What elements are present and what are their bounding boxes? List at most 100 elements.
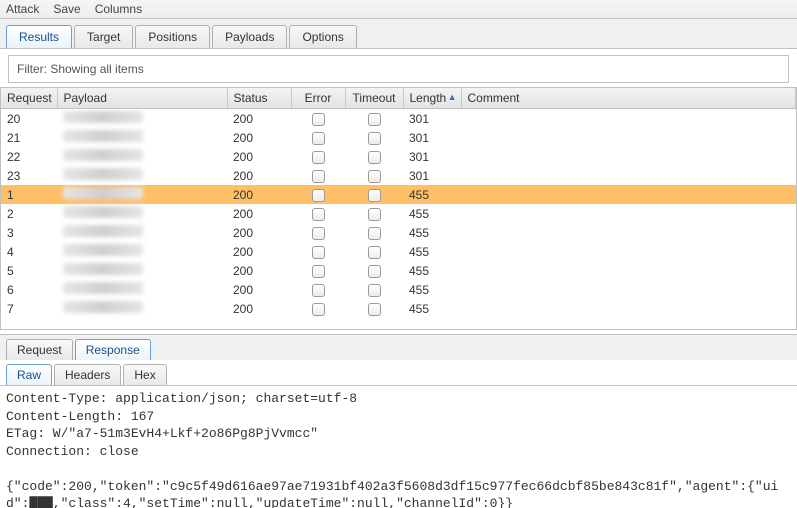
menu-attack[interactable]: Attack — [6, 2, 39, 16]
cell-timeout — [345, 299, 403, 318]
checkbox-icon — [368, 246, 381, 259]
cell-status: 200 — [227, 204, 291, 223]
cell-comment — [461, 166, 796, 185]
cell-comment — [461, 299, 796, 318]
col-length[interactable]: Length — [403, 88, 461, 109]
payload-redacted — [63, 111, 143, 123]
col-error[interactable]: Error — [291, 88, 345, 109]
tab-options[interactable]: Options — [289, 25, 356, 48]
checkbox-icon — [312, 151, 325, 164]
checkbox-icon — [368, 208, 381, 221]
cell-request: 4 — [1, 242, 57, 261]
col-payload[interactable]: Payload — [57, 88, 227, 109]
cell-request: 3 — [1, 223, 57, 242]
cell-error — [291, 299, 345, 318]
cell-request: 6 — [1, 280, 57, 299]
cell-payload — [57, 223, 227, 242]
table-row[interactable]: 4200455 — [1, 242, 796, 261]
menu-columns[interactable]: Columns — [95, 2, 142, 16]
tab-raw[interactable]: Raw — [6, 364, 52, 385]
results-table[interactable]: Request Payload Status Error Timeout Len… — [0, 87, 797, 330]
cell-length: 301 — [403, 109, 461, 129]
cell-status: 200 — [227, 109, 291, 129]
cell-request: 7 — [1, 299, 57, 318]
payload-redacted — [63, 244, 143, 256]
cell-request: 1 — [1, 185, 57, 204]
cell-comment — [461, 185, 796, 204]
cell-request: 23 — [1, 166, 57, 185]
table-row[interactable]: 6200455 — [1, 280, 796, 299]
cell-request: 5 — [1, 261, 57, 280]
checkbox-icon — [368, 113, 381, 126]
payload-redacted — [63, 187, 143, 199]
cell-comment — [461, 280, 796, 299]
cell-status: 200 — [227, 128, 291, 147]
payload-redacted — [63, 130, 143, 142]
cell-comment — [461, 223, 796, 242]
cell-status: 200 — [227, 299, 291, 318]
table-row[interactable]: 22200301 — [1, 147, 796, 166]
tab-hex[interactable]: Hex — [123, 364, 166, 385]
checkbox-icon — [312, 170, 325, 183]
cell-error — [291, 147, 345, 166]
tab-results[interactable]: Results — [6, 25, 72, 48]
tab-payloads[interactable]: Payloads — [212, 25, 287, 48]
tab-response[interactable]: Response — [75, 339, 151, 360]
cell-error — [291, 261, 345, 280]
view-tabs: Raw Headers Hex — [0, 360, 797, 386]
tab-positions[interactable]: Positions — [135, 25, 210, 48]
cell-payload — [57, 109, 227, 129]
cell-comment — [461, 128, 796, 147]
cell-timeout — [345, 166, 403, 185]
table-row[interactable]: 7 200 455 — [1, 299, 796, 318]
payload-redacted — [63, 301, 143, 313]
cell-length: 455 — [403, 261, 461, 280]
payload-redacted — [63, 206, 143, 218]
checkbox-icon — [312, 265, 325, 278]
col-request[interactable]: Request — [1, 88, 57, 109]
cell-comment — [461, 261, 796, 280]
payload-redacted — [63, 282, 143, 294]
table-row[interactable]: 23200301 — [1, 166, 796, 185]
response-raw[interactable]: Content-Type: application/json; charset=… — [0, 386, 797, 508]
cell-status: 200 — [227, 147, 291, 166]
cell-length: 301 — [403, 128, 461, 147]
table-row[interactable]: 2200455 — [1, 204, 796, 223]
payload-redacted — [63, 263, 143, 275]
cell-timeout — [345, 109, 403, 129]
table-row[interactable]: 21200301 — [1, 128, 796, 147]
checkbox-icon — [312, 303, 325, 316]
checkbox-icon — [312, 227, 325, 240]
cell-length: 301 — [403, 147, 461, 166]
checkbox-icon — [368, 303, 381, 316]
tab-target[interactable]: Target — [74, 25, 133, 48]
table-row[interactable]: 1200455 — [1, 185, 796, 204]
cell-payload — [57, 128, 227, 147]
cell-timeout — [345, 185, 403, 204]
checkbox-icon — [312, 208, 325, 221]
tab-headers[interactable]: Headers — [54, 364, 121, 385]
cell-error — [291, 223, 345, 242]
col-timeout[interactable]: Timeout — [345, 88, 403, 109]
checkbox-icon — [312, 132, 325, 145]
cell-error — [291, 280, 345, 299]
table-row[interactable]: 20200301 — [1, 109, 796, 129]
cell-timeout — [345, 261, 403, 280]
cell-timeout — [345, 223, 403, 242]
checkbox-icon — [368, 265, 381, 278]
col-status[interactable]: Status — [227, 88, 291, 109]
table-row[interactable]: 5200455 — [1, 261, 796, 280]
cell-error — [291, 185, 345, 204]
table-row[interactable]: 3200455 — [1, 223, 796, 242]
col-comment[interactable]: Comment — [461, 88, 796, 109]
menu-save[interactable]: Save — [53, 2, 80, 16]
cell-error — [291, 166, 345, 185]
cell-length: 455 — [403, 242, 461, 261]
cell-payload — [57, 299, 227, 318]
cell-length: 455 — [403, 299, 461, 318]
menubar: Attack Save Columns — [0, 0, 797, 19]
checkbox-icon — [368, 227, 381, 240]
tab-request[interactable]: Request — [6, 339, 73, 360]
cell-timeout — [345, 280, 403, 299]
filter-bar[interactable]: Filter: Showing all items — [8, 55, 789, 83]
